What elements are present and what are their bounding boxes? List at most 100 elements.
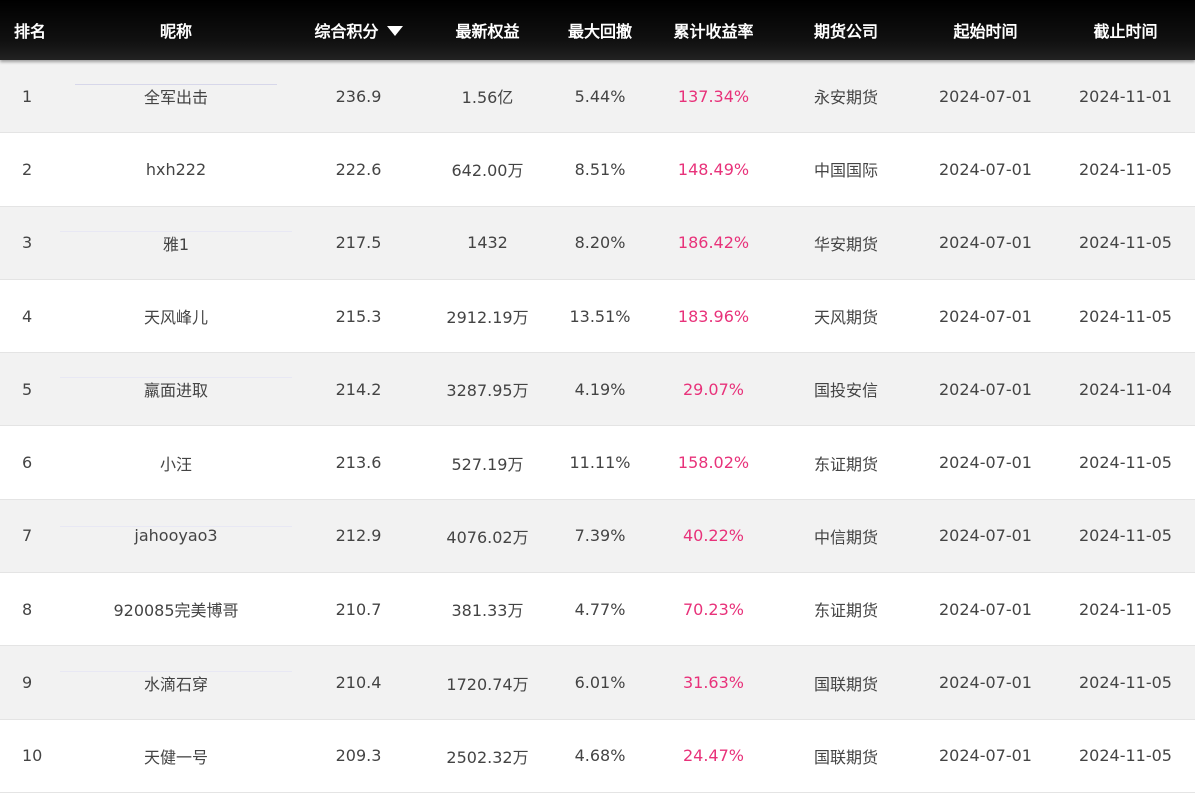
return-cell: 31.63% <box>682 673 744 693</box>
score-cell: 210.4 <box>335 673 382 693</box>
column-header-score[interactable]: 综合积分 <box>292 18 425 42</box>
drawdown-cell: 13.51% <box>569 306 631 326</box>
company-cell: 国联期货 <box>813 747 878 767</box>
score-cell: 209.3 <box>335 746 382 766</box>
company-cell: 国投安信 <box>813 381 878 401</box>
end-date-cell: 2024-11-05 <box>1079 673 1172 693</box>
return-cell: 29.07% <box>682 379 744 399</box>
equity-cell: 1720.74万 <box>446 674 529 694</box>
return-cell: 70.23% <box>682 599 744 619</box>
equity-cell: 3287.95万 <box>446 381 529 401</box>
score-cell: 212.9 <box>335 526 382 546</box>
drawdown-cell: 8.20% <box>574 233 626 253</box>
return-cell: 148.49% <box>677 159 750 179</box>
end-date-cell: 2024-11-05 <box>1079 599 1172 619</box>
equity-cell: 4076.02万 <box>446 527 529 547</box>
company-cell: 东证期货 <box>813 601 878 621</box>
equity-cell: 2502.32万 <box>446 747 529 767</box>
start-date-cell: 2024-07-01 <box>939 453 1032 473</box>
nickname-cell: 羸面进取 <box>60 377 292 402</box>
company-cell: 中国国际 <box>813 161 878 181</box>
rank-cell: 3 <box>22 233 33 253</box>
equity-cell: 381.33万 <box>451 601 524 621</box>
return-cell: 158.02% <box>677 453 750 473</box>
start-date-cell: 2024-07-01 <box>939 526 1032 546</box>
start-date-cell: 2024-07-01 <box>939 379 1032 399</box>
column-header-return: 累计收益率 <box>673 22 754 41</box>
column-header-nickname: 昵称 <box>159 22 192 41</box>
table-row[interactable]: 3 雅1 217.5 1432 8.20% 186.42% 华安期货 2024-… <box>0 206 1195 280</box>
column-header-company: 期货公司 <box>813 22 878 41</box>
rank-cell: 10 <box>22 746 43 766</box>
rank-cell: 2 <box>22 159 33 179</box>
drawdown-cell: 11.11% <box>569 453 631 473</box>
score-cell: 210.7 <box>335 599 382 619</box>
drawdown-cell: 6.01% <box>574 673 626 693</box>
score-cell: 213.6 <box>335 453 382 473</box>
score-cell: 217.5 <box>335 233 382 253</box>
equity-cell: 1432 <box>467 233 508 253</box>
end-date-cell: 2024-11-05 <box>1079 526 1172 546</box>
nickname-cell: 小汪 <box>159 454 192 474</box>
start-date-cell: 2024-07-01 <box>939 159 1032 179</box>
end-date-cell: 2024-11-01 <box>1079 86 1172 106</box>
drawdown-cell: 4.68% <box>574 746 626 766</box>
equity-cell: 642.00万 <box>451 161 524 181</box>
end-date-cell: 2024-11-05 <box>1079 746 1172 766</box>
drawdown-cell: 7.39% <box>574 526 626 546</box>
drawdown-cell: 5.44% <box>574 86 626 106</box>
table-row[interactable]: 10 天健一号 209.3 2502.32万 4.68% 24.47% 国联期货… <box>0 719 1195 793</box>
start-date-cell: 2024-07-01 <box>939 673 1032 693</box>
nickname-cell: 天风峰儿 <box>143 308 208 328</box>
table-row[interactable]: 7 jahooyao3 212.9 4076.02万 7.39% 40.22% … <box>0 499 1195 574</box>
nickname-cell: 全军出击 <box>60 84 292 109</box>
ranking-table: 排名 昵称 综合积分 最新权益 最大回撤 累计收益率 期货公司 起始时间 截止时… <box>0 0 1195 793</box>
column-header-score-label: 综合积分 <box>314 22 379 41</box>
start-date-cell: 2024-07-01 <box>939 233 1032 253</box>
sort-desc-icon[interactable] <box>386 26 403 36</box>
company-cell: 永安期货 <box>813 88 878 108</box>
score-cell: 214.2 <box>335 379 382 399</box>
nickname-cell: hxh222 <box>145 159 207 179</box>
end-date-cell: 2024-11-05 <box>1079 159 1172 179</box>
start-date-cell: 2024-07-01 <box>939 746 1032 766</box>
company-cell: 东证期货 <box>813 454 878 474</box>
table-row[interactable]: 2 hxh222 222.6 642.00万 8.51% 148.49% 中国国… <box>0 133 1195 207</box>
column-header-end: 截止时间 <box>1093 22 1158 41</box>
drawdown-cell: 8.51% <box>574 159 626 179</box>
score-cell: 236.9 <box>335 86 382 106</box>
drawdown-cell: 4.77% <box>574 599 626 619</box>
rank-cell: 6 <box>22 453 33 473</box>
rank-cell: 8 <box>22 599 33 619</box>
table-header: 排名 昵称 综合积分 最新权益 最大回撤 累计收益率 期货公司 起始时间 截止时… <box>0 0 1195 60</box>
return-cell: 40.22% <box>682 526 744 546</box>
table-row[interactable]: 9 水滴石穿 210.4 1720.74万 6.01% 31.63% 国联期货 … <box>0 646 1195 720</box>
end-date-cell: 2024-11-05 <box>1079 233 1172 253</box>
column-header-drawdown: 最大回撤 <box>567 22 632 41</box>
table-row[interactable]: 8 920085完美博哥 210.7 381.33万 4.77% 70.23% … <box>0 573 1195 647</box>
score-cell: 222.6 <box>335 159 382 179</box>
return-cell: 183.96% <box>677 306 750 326</box>
return-cell: 186.42% <box>677 233 750 253</box>
end-date-cell: 2024-11-05 <box>1079 306 1172 326</box>
score-cell: 215.3 <box>335 306 382 326</box>
nickname-cell: 920085完美博哥 <box>113 601 239 621</box>
company-cell: 中信期货 <box>813 527 878 547</box>
nickname-cell: 雅1 <box>60 230 292 255</box>
table-row[interactable]: 1 全军出击 236.9 1.56亿 5.44% 137.34% 永安期货 20… <box>0 60 1195 134</box>
drawdown-cell: 4.19% <box>574 379 626 399</box>
company-cell: 华安期货 <box>813 234 878 254</box>
table-row[interactable]: 6 小汪 213.6 527.19万 11.11% 158.02% 东证期货 2… <box>0 426 1195 500</box>
table-row[interactable]: 5 羸面进取 214.2 3287.95万 4.19% 29.07% 国投安信 … <box>0 353 1195 427</box>
column-header-rank: 排名 <box>13 22 46 41</box>
nickname-cell: jahooyao3 <box>60 526 292 546</box>
equity-cell: 2912.19万 <box>446 308 529 328</box>
rank-cell: 7 <box>22 526 33 546</box>
rank-cell: 5 <box>22 379 33 399</box>
equity-cell: 527.19万 <box>451 454 524 474</box>
table-row[interactable]: 4 天风峰儿 215.3 2912.19万 13.51% 183.96% 天风期… <box>0 279 1195 354</box>
company-cell: 国联期货 <box>813 674 878 694</box>
rank-cell: 9 <box>22 673 33 693</box>
table-body: 1 全军出击 236.9 1.56亿 5.44% 137.34% 永安期货 20… <box>0 60 1195 793</box>
equity-cell: 1.56亿 <box>461 88 514 108</box>
